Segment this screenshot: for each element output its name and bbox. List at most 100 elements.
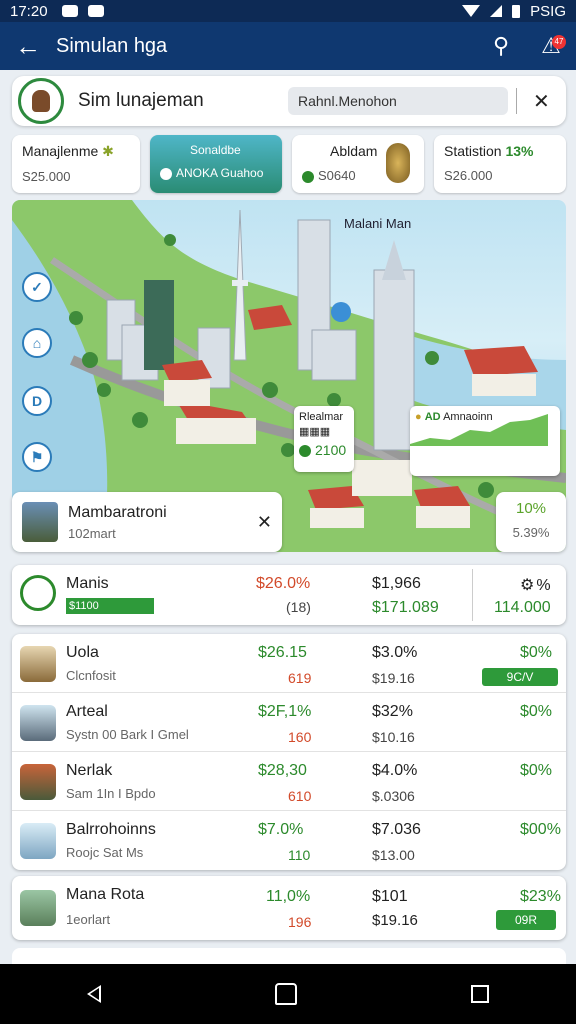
close-icon[interactable]: ✕ [533,89,550,114]
location-list: Uola Clcnfosit $26.15 619 $3.0% $19.16 $… [12,634,566,870]
tile-statistics[interactable]: Statistion 13% S26.000 [434,135,566,193]
item-sub: Systn 00 Bark I Gmel [66,727,189,742]
summary-name: Manis [66,575,109,592]
tile-value: S25.000 [22,169,71,184]
message-icon [87,5,104,17]
tile-value: S26.000 [444,168,493,183]
notification-icon [61,5,78,17]
item-sub: Sam 1In I Bpdo [66,786,156,801]
search-card: Sim lunajeman Rahnl.Menohon ✕ [12,76,566,126]
item-col2-top: $26.15 [258,644,307,661]
item-col2-bottom: 110 [288,847,311,863]
item-name: Uola [66,644,99,661]
arrow-left-icon[interactable]: ← [0,31,56,62]
map-popup-left[interactable]: Rlealmar ▦▦▦ 2100 [294,406,354,472]
item-col3-bottom: $19.16 [372,912,418,929]
tile-management[interactable]: Manajlenme ✱ S25.000 [12,135,140,193]
id-icon[interactable]: D [22,386,52,416]
system-nav-bar [0,964,576,1024]
summary-col3-bottom: $171.089 [372,599,439,616]
item-col2-top: $28,30 [258,762,307,779]
item-col4-top: $0% [520,762,553,779]
item-col3-bottom: $10.16 [372,729,415,745]
check-icon[interactable]: ✓ [22,272,52,302]
status-time: 17:20 [10,2,48,20]
item-col3-top: $3.0% [372,644,418,661]
item-col3-bottom: $19.16 [372,670,415,686]
alerts-icon[interactable]: ⚠ 47 [526,33,576,59]
app-bar: ← Simulan hga ⚲ ⚠ 47 [0,22,576,70]
list-item[interactable]: Nerlak Sam 1In I Bpdo $28,30 610 $4.0% $… [12,752,566,811]
divider [472,569,473,621]
tent-icon[interactable]: ⌂ [22,328,52,358]
tile-title: Manajlenme [22,143,99,159]
popup-title: Rlealmar [299,411,344,423]
tile-abldam[interactable]: Abldam S0640 [292,135,424,193]
summary-bar: $1100 [66,598,154,614]
list-item[interactable]: Arteal Systn 00 Bark I Gmel $2F,1% 160 $… [12,693,566,752]
item-tag: 9C/V [482,668,558,686]
item-col2-top: 11,0% [266,888,311,905]
divider [516,88,517,114]
river-icon [20,890,56,926]
tile-value: S0640 [318,168,356,183]
summary-col3-top: $1,966 [372,575,421,592]
coin-icon [386,143,410,183]
item-sub: 1eorlart [66,912,111,927]
summary-col2-bottom: (18) [286,599,311,615]
tile-promo[interactable]: Sonaldbe ANOKA Guahoo [150,135,282,193]
place-thumbnail [22,502,58,542]
item-col2-bottom: 610 [288,788,312,804]
item-col3-bottom: $13.00 [372,847,415,863]
map-popup-right[interactable]: ● AD Amnaoinn [410,406,560,476]
item-col3-top: $4.0% [372,762,418,779]
item-name: Arteal [66,703,108,720]
item-sub: Roojc Sat Ms [66,845,144,860]
item-name: Balrrohoinns [66,821,156,838]
percent-secondary: 5.39% [512,525,550,540]
search-card-title: Sim lunajeman [78,90,204,111]
place-subtitle: 102mart [68,525,116,541]
item-col4-top: $0% [520,644,553,661]
item-col2-top: $7.0% [258,821,304,838]
list-item[interactable]: Uola Clcnfosit $26.15 619 $3.0% $19.16 $… [12,634,566,693]
nav-home-icon[interactable] [275,983,297,1005]
summary-row[interactable]: Manis $1100 $26.0% (18) $1,966 $171.089 … [12,565,566,625]
item-col4-top: $23% [520,888,561,905]
emblem-logo-icon [20,575,56,611]
item-col3-bottom: $.0306 [372,788,415,804]
item-tag: 09R [496,910,556,930]
place-card[interactable]: Mambaratroni 102mart ✕ [12,492,282,552]
list-item-featured[interactable]: Mana Rota 1eorlart 11,0% 196 $101 $19.16… [12,876,566,940]
map-label: Malani Man [344,216,412,231]
item-col2-bottom: 619 [288,670,312,686]
tile-value: ANOKA Guahoo [176,166,264,180]
close-icon[interactable]: ✕ [257,512,272,533]
search-input[interactable]: Rahnl.Menohon [288,87,508,115]
item-sub: Clcnfosit [66,668,116,683]
summary-col4-top: % [536,577,551,594]
status-dot-icon [299,445,311,458]
summary-col2-top: $26.0% [256,575,311,592]
alerts-badge: 47 [552,35,566,49]
stat-tiles: Manajlenme ✱ S25.000 Sonaldbe ANOKA Guah… [12,135,566,193]
building-icon [20,646,56,682]
sparkle-icon: ✱ [102,143,114,159]
flag-icon[interactable]: ⚑ [22,442,52,472]
temple-icon [20,705,56,741]
item-col4-top: $00% [520,821,561,838]
tile-title: Sonaldbe [190,143,241,157]
buildings-icon: ▦▦▦ [299,426,331,438]
list-item[interactable]: Balrrohoinns Roojc Sat Ms $7.0% 110 $7.0… [12,811,566,870]
search-icon[interactable]: ⚲ [476,33,526,59]
sparkline-chart [410,414,548,446]
place-name: Mambaratroni [68,503,167,521]
status-bar: 17:20 PSIG [0,0,576,22]
nav-back-icon[interactable] [87,985,101,1003]
nav-recents-icon[interactable] [471,985,489,1003]
summary-col4-bottom: 114.000 [494,599,551,616]
emblem-logo-icon [18,78,64,124]
page-title: Simulan hga [56,34,168,57]
item-col4-top: $0% [520,703,553,720]
tile-title: Statistion [444,143,502,159]
